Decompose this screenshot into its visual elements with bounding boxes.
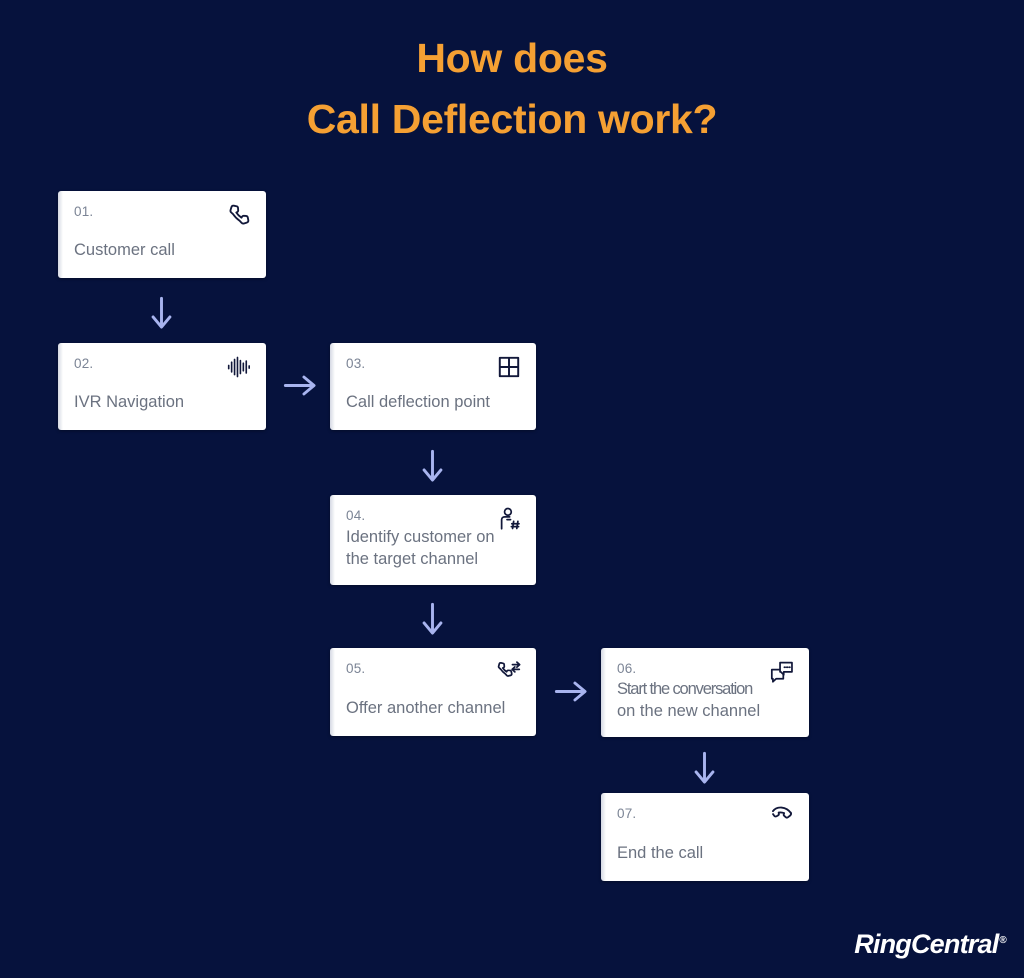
- step-number: 07.: [617, 806, 637, 821]
- arrow-step3-to-step4: [419, 448, 446, 484]
- step-label: IVR Navigation: [74, 393, 185, 412]
- flow-card-step-2[interactable]: 02. IVR Navigation: [58, 343, 266, 430]
- arrow-step1-to-step2: [148, 295, 175, 331]
- flow-card-step-1[interactable]: 01. Customer call: [58, 191, 266, 278]
- arrow-step4-to-step5: [419, 601, 446, 637]
- arrow-step2-to-step3: [282, 372, 318, 399]
- flow-card-step-3[interactable]: 03. Call deflection point: [330, 343, 536, 430]
- step-label: Offer another channel: [346, 699, 506, 718]
- step-number: 05.: [346, 661, 366, 676]
- flow-card-step-6[interactable]: 06. Start the conversation on the new ch…: [601, 648, 809, 737]
- step-label: Customer call: [74, 241, 175, 260]
- phone-transfer-icon: [496, 659, 522, 685]
- call-deflection-flow-diagram: 01. Customer call 02. IVR Navigation 03.…: [0, 0, 1024, 978]
- ringcentral-logo-text: RingCentral: [854, 929, 999, 959]
- flow-card-step-5[interactable]: 05. Offer another channel: [330, 648, 536, 736]
- grid-four-squares-icon: [496, 354, 522, 380]
- step-number: 04.: [346, 508, 366, 523]
- flow-card-step-7[interactable]: 07. End the call: [601, 793, 809, 881]
- step-label: Identify customer on the target channel: [346, 527, 524, 571]
- step-label-line-1: Identify customer on: [346, 528, 495, 547]
- step-number: 06.: [617, 661, 637, 676]
- step-label-line-2: on the new channel: [617, 702, 761, 721]
- phone-hangup-icon: [769, 804, 795, 830]
- step-number: 03.: [346, 356, 366, 371]
- arrow-step6-to-step7: [691, 750, 718, 786]
- arrow-step5-to-step6: [553, 678, 589, 705]
- step-label: Start the conversation on the new channe…: [617, 679, 797, 723]
- ringcentral-logo: RingCentral®: [854, 929, 1007, 960]
- phone-icon: [226, 202, 252, 228]
- registered-trademark-mark: ®: [999, 935, 1006, 946]
- flow-card-step-4[interactable]: 04. Identify customer on the target chan…: [330, 495, 536, 585]
- step-label-line-1: Start the conversation: [617, 680, 753, 699]
- step-label: End the call: [617, 844, 704, 863]
- audio-waveform-icon: [226, 354, 252, 380]
- step-label-line-2: the target channel: [346, 550, 479, 569]
- step-number: 02.: [74, 356, 94, 371]
- step-label: Call deflection point: [346, 393, 491, 412]
- step-number: 01.: [74, 204, 94, 219]
